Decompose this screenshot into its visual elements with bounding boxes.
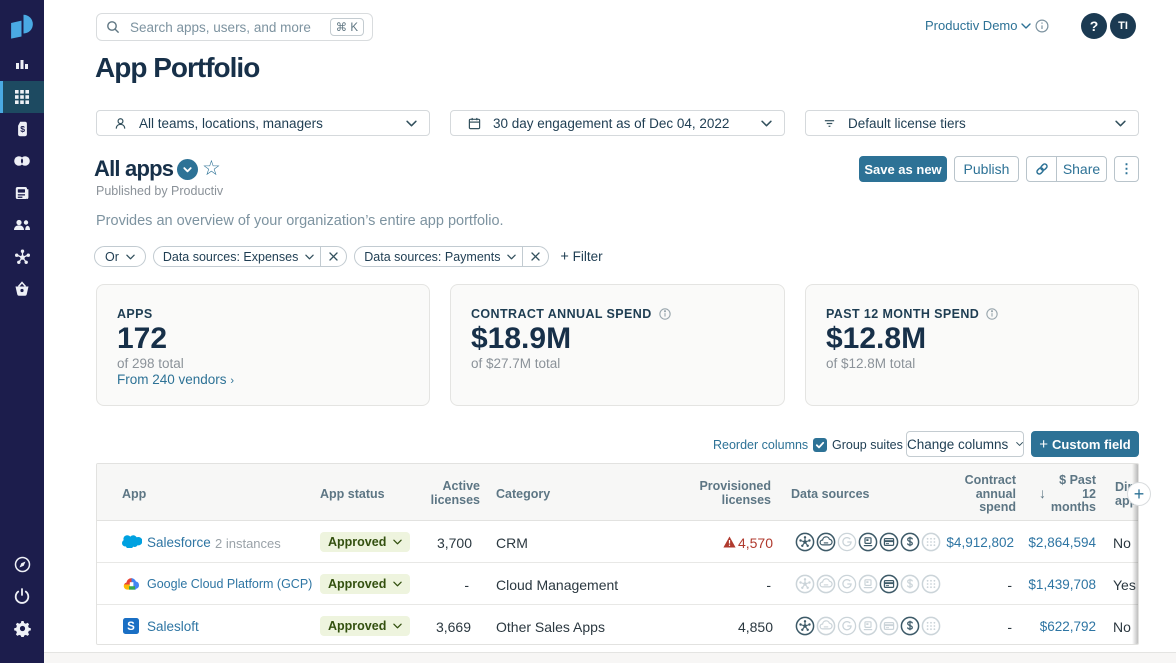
svg-text:$: $ [20,124,25,134]
